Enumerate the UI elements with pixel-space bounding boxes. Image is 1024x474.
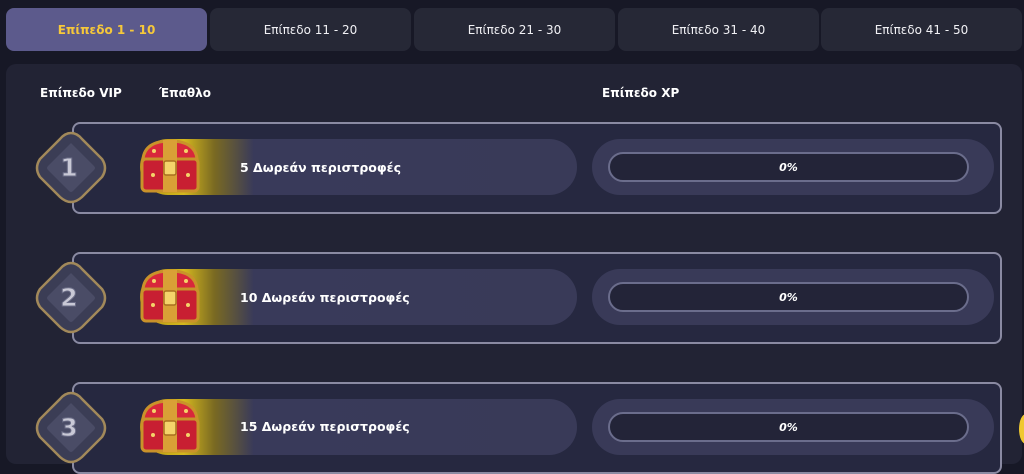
prize-label: 15 Δωρεάν περιστροφές: [240, 419, 410, 434]
prize-label: 10 Δωρεάν περιστροφές: [240, 290, 410, 305]
level-number: 1: [60, 153, 77, 182]
level-range-tabs: Επίπεδο 1 - 10 Επίπεδο 11 - 20 Επίπεδο 2…: [6, 8, 1022, 51]
column-header-prize: Έπαθλο: [159, 86, 211, 100]
tab-level-11-20[interactable]: Επίπεδο 11 - 20: [210, 8, 411, 51]
level-number: 3: [60, 413, 77, 442]
level-badge-icon: 1: [35, 131, 107, 204]
level-badge-icon: 3: [35, 391, 107, 464]
xp-progress-bar: 0%: [608, 152, 969, 182]
treasure-chest-icon: [140, 269, 200, 323]
xp-percent: 0%: [779, 160, 798, 174]
xp-percent: 0%: [779, 420, 798, 434]
prize-label: 5 Δωρεάν περιστροφές: [240, 160, 402, 175]
xp-percent: 0%: [779, 290, 798, 304]
tab-level-31-40[interactable]: Επίπεδο 31 - 40: [618, 8, 819, 51]
level-badge-icon: 2: [35, 261, 107, 334]
tab-level-41-50[interactable]: Επίπεδο 41 - 50: [821, 8, 1022, 51]
column-header-xp-level: Επίπεδο XP: [602, 86, 680, 100]
level-number: 2: [60, 283, 77, 312]
column-header-vip-level: Επίπεδο VIP: [40, 86, 122, 100]
treasure-chest-icon: [140, 399, 200, 453]
tab-level-1-10[interactable]: Επίπεδο 1 - 10: [6, 8, 207, 51]
xp-progress-bar: 0%: [608, 412, 969, 442]
xp-progress-bar: 0%: [608, 282, 969, 312]
treasure-chest-icon: [140, 139, 200, 193]
tab-level-21-30[interactable]: Επίπεδο 21 - 30: [414, 8, 615, 51]
